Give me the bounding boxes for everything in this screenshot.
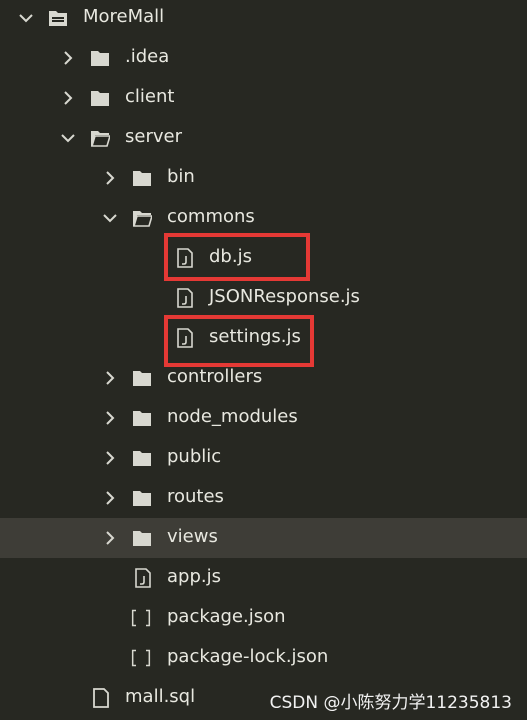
tree-item-label: controllers [167, 366, 263, 387]
tree-item-label: package.json [167, 606, 286, 627]
chevron-right-icon[interactable] [103, 451, 117, 465]
open-folder-icon [132, 211, 152, 227]
tree-item-label: server [125, 126, 182, 147]
tree-item-package-json[interactable]: package.json [0, 598, 527, 638]
tree-root-label: MoreMall [83, 6, 165, 27]
js-file-icon [135, 568, 151, 588]
highlight-box-db-js [164, 233, 310, 281]
folder-icon [133, 451, 151, 466]
chevron-right-icon[interactable] [103, 491, 117, 505]
chevron-right-icon[interactable] [61, 91, 75, 105]
folder-icon [133, 171, 151, 186]
tree-item-label: commons [167, 206, 255, 227]
tree-item-label: JSONResponse.js [209, 286, 360, 307]
tree-root-moremall[interactable]: MoreMall [0, 0, 527, 38]
tree-item-package-lock-json[interactable]: package-lock.json [0, 638, 527, 678]
tree-item-label: routes [167, 486, 224, 507]
watermark-text: CSDN @小陈努力学11235813 [269, 693, 512, 713]
chevron-right-icon[interactable] [103, 411, 117, 425]
chevron-right-icon[interactable] [103, 171, 117, 185]
folder-icon [133, 531, 151, 546]
tree-item-label: mall.sql [125, 686, 196, 707]
open-folder-icon [49, 11, 67, 26]
tree-item-commons[interactable]: commons [0, 198, 527, 238]
tree-item-label: app.js [167, 566, 221, 587]
tree-item-label: package-lock.json [167, 646, 329, 667]
tree-item-node-modules[interactable]: node_modules [0, 398, 527, 438]
highlight-box-settings-js [164, 315, 314, 367]
chevron-right-icon[interactable] [61, 51, 75, 65]
tree-item-label: bin [167, 166, 195, 187]
tree-item-bin[interactable]: bin [0, 158, 527, 198]
tree-item-jsonresponse-js[interactable]: JSONResponse.js [0, 278, 527, 318]
tree-item-public[interactable]: public [0, 438, 527, 478]
chevron-right-icon[interactable] [103, 531, 117, 545]
folder-icon [91, 91, 109, 106]
file-tree: MoreMall .idea client server bin commons… [0, 0, 527, 720]
json-bracket-icon [131, 609, 151, 627]
tree-item-views[interactable]: views [0, 518, 527, 558]
tree-item-server[interactable]: server [0, 118, 527, 158]
chevron-right-icon[interactable] [103, 371, 117, 385]
chevron-down-icon[interactable] [19, 11, 33, 25]
tree-item-label: .idea [125, 46, 170, 67]
json-bracket-icon [131, 649, 151, 667]
tree-item-label: views [167, 526, 218, 547]
tree-item-label: client [125, 86, 175, 107]
tree-item-client[interactable]: client [0, 78, 527, 118]
tree-item-label: public [167, 446, 222, 467]
folder-icon [91, 51, 109, 66]
tree-item-idea[interactable]: .idea [0, 38, 527, 78]
folder-icon [133, 411, 151, 426]
tree-item-routes[interactable]: routes [0, 478, 527, 518]
folder-icon [133, 491, 151, 506]
chevron-down-icon[interactable] [61, 131, 75, 145]
file-icon [93, 688, 109, 708]
folder-icon [133, 371, 151, 386]
chevron-down-icon[interactable] [103, 211, 117, 225]
tree-item-label: node_modules [167, 406, 298, 427]
js-file-icon [177, 288, 193, 308]
tree-item-app-js[interactable]: app.js [0, 558, 527, 598]
open-folder-icon [90, 131, 110, 147]
